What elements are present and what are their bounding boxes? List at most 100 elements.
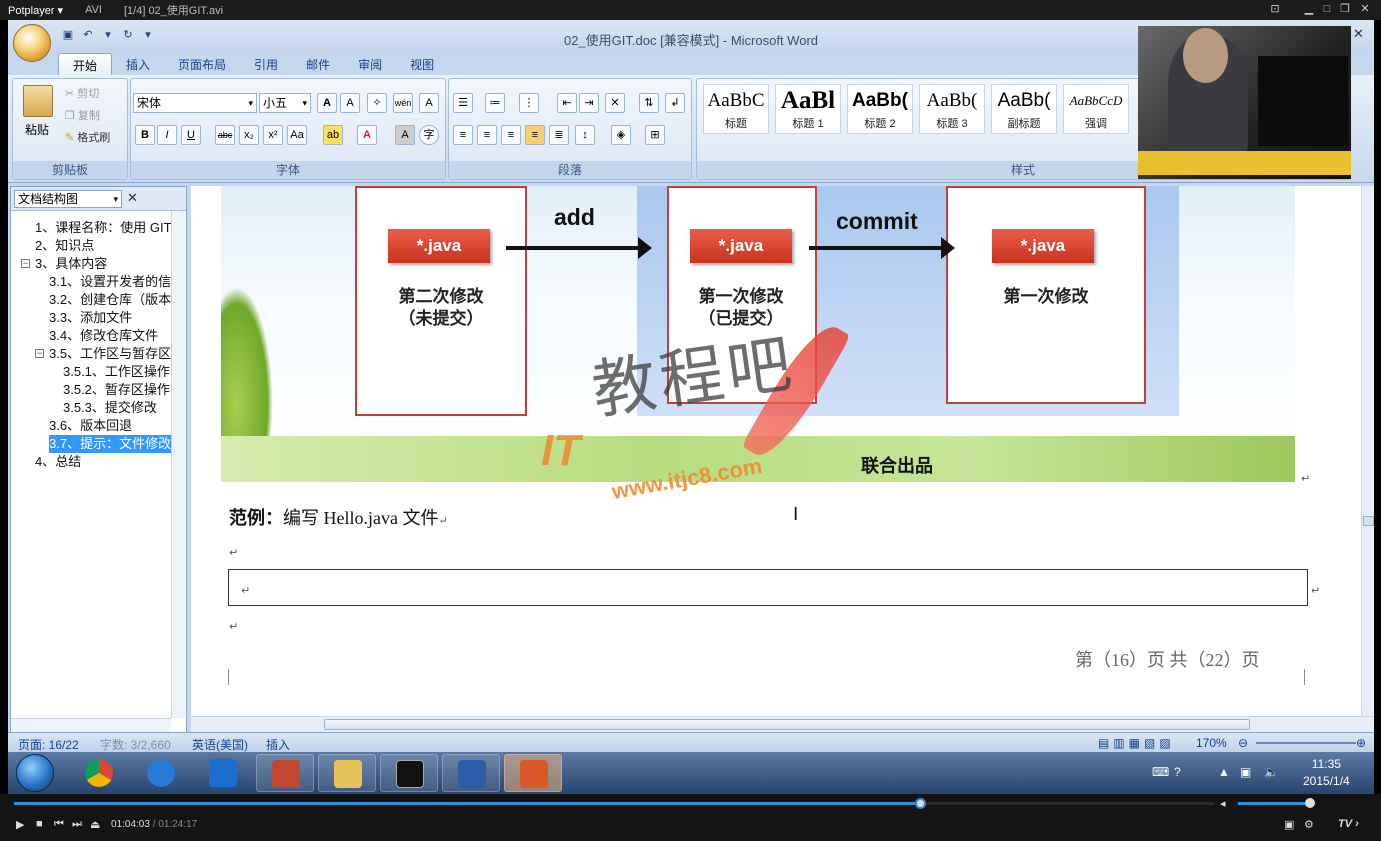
format-painter-button[interactable]: ✎ 格式刷 xyxy=(65,129,110,145)
collapse-icon[interactable]: − xyxy=(35,349,44,358)
char-border-icon[interactable]: A xyxy=(419,93,439,113)
word-close-icon[interactable]: ✕ xyxy=(1353,26,1364,42)
eject-icon[interactable]: ⏏ xyxy=(90,818,100,831)
close-icon[interactable]: ✕ xyxy=(1358,2,1372,16)
phonetic-icon[interactable]: wén xyxy=(393,93,413,113)
style-heading-2[interactable]: AaBb(标题 2 xyxy=(847,84,913,134)
paste-button[interactable]: 粘贴 xyxy=(25,121,49,138)
next-icon[interactable]: ⏭ xyxy=(72,818,82,831)
volume-icon[interactable]: ◂ xyxy=(1220,797,1226,810)
maximize-icon[interactable]: □ xyxy=(1320,2,1334,16)
tab-insert[interactable]: 插入 xyxy=(112,53,164,75)
zoom-in-icon[interactable]: ⊕ xyxy=(1356,736,1366,750)
show-marks-icon[interactable]: ↲ xyxy=(665,93,685,113)
highlight-icon[interactable]: ab xyxy=(323,125,343,145)
chinese-layout-icon[interactable]: ✕ xyxy=(605,93,625,113)
settings-icon[interactable]: ⚙ xyxy=(1304,818,1314,831)
nav-item[interactable]: 3.1、设置开发者的信息 xyxy=(49,273,171,291)
pin-icon[interactable]: ⊡ xyxy=(1268,2,1282,16)
taskbar-cmd[interactable] xyxy=(380,754,438,792)
seek-bar[interactable] xyxy=(14,798,1214,809)
numbering-icon[interactable]: ≔ xyxy=(485,93,505,113)
seek-bar-handle[interactable] xyxy=(915,798,926,809)
italic-icon[interactable]: I xyxy=(157,125,177,145)
sort-icon[interactable]: ⇅ xyxy=(639,93,659,113)
decrease-indent-icon[interactable]: ⇤ xyxy=(557,93,577,113)
zoom-level[interactable]: 170% xyxy=(1196,736,1227,750)
shrink-font-icon[interactable]: A xyxy=(340,93,360,113)
style-emphasis[interactable]: AaBbCcD 强调 xyxy=(1063,84,1129,134)
font-color-icon[interactable]: A xyxy=(357,125,377,145)
language[interactable]: 英语(美国) xyxy=(192,736,248,753)
document-area[interactable]: *.java 第二次修改 （未提交） add *.java 第一次修改 （已提交） … xyxy=(191,186,1361,716)
change-case-icon[interactable]: Aa xyxy=(287,125,307,145)
multilevel-list-icon[interactable]: ⋮ xyxy=(519,93,539,113)
collapse-icon[interactable]: − xyxy=(21,259,30,268)
document-vertical-scrollbar[interactable] xyxy=(1361,186,1374,716)
zoom-slider[interactable] xyxy=(1256,742,1356,744)
nav-item[interactable]: 3.6、版本回退 xyxy=(49,417,171,435)
nav-item[interactable]: 3、具体内容 xyxy=(35,255,171,273)
minimize-icon[interactable]: ▁ xyxy=(1302,2,1316,16)
network-icon[interactable]: ▣ xyxy=(1240,765,1251,779)
help-icon[interactable]: ? xyxy=(1174,765,1181,779)
nav-vertical-scrollbar[interactable] xyxy=(171,211,185,718)
style-subtitle[interactable]: AaBb(副标题 xyxy=(991,84,1057,134)
volume-handle[interactable] xyxy=(1305,798,1315,808)
taskbar-chrome[interactable] xyxy=(70,754,128,792)
style-title[interactable]: AaBbC 标题 xyxy=(703,84,769,134)
paste-icon[interactable] xyxy=(23,85,53,117)
view-buttons[interactable]: ▤▥▦▧▨ xyxy=(1098,736,1175,750)
style-heading-3[interactable]: AaBb(标题 3 xyxy=(919,84,985,134)
taskbar-powerpoint[interactable] xyxy=(504,754,562,792)
volume-icon[interactable]: 🔈 xyxy=(1264,765,1279,779)
nav-item[interactable]: 3.4、修改仓库文件 xyxy=(49,327,171,345)
font-size-combo[interactable]: 小五 ▾ xyxy=(259,93,311,113)
taskbar-word[interactable] xyxy=(442,754,500,792)
underline-icon[interactable]: U xyxy=(181,125,201,145)
tab-references[interactable]: 引用 xyxy=(240,53,292,75)
taskbar-clock[interactable]: 11:35 2015/1/4 xyxy=(1303,756,1350,790)
char-shading-icon[interactable]: A xyxy=(395,125,415,145)
page-count[interactable]: 页面: 16/22 xyxy=(18,736,79,753)
bullets-icon[interactable]: ☰ xyxy=(453,93,473,113)
cut-button[interactable]: ✂ 剪切 xyxy=(65,85,99,101)
enclose-char-icon[interactable]: 字 xyxy=(419,125,439,145)
bold-icon[interactable]: B xyxy=(135,125,155,145)
start-button[interactable] xyxy=(16,754,54,792)
shading-icon[interactable]: ◈ xyxy=(611,125,631,145)
nav-item[interactable]: 3.2、创建仓库（版本库） xyxy=(49,291,171,309)
nav-item[interactable]: 1、课程名称：使用 GIT xyxy=(35,219,171,237)
style-heading-1[interactable]: AaBl 标题 1 xyxy=(775,84,841,134)
font-name-combo[interactable]: 宋体 ▾ xyxy=(133,93,257,113)
keyboard-icon[interactable]: ⌨ xyxy=(1152,765,1169,779)
clear-format-icon[interactable]: ✧ xyxy=(367,93,387,113)
volume-slider[interactable] xyxy=(1238,802,1310,805)
office-button[interactable] xyxy=(13,24,51,62)
nav-item[interactable]: 4、总结 xyxy=(35,453,171,471)
stop-icon[interactable]: ■ xyxy=(36,818,43,830)
document-horizontal-scrollbar[interactable] xyxy=(191,716,1374,732)
document-map-select[interactable]: 文档结构图 ▾ xyxy=(14,190,122,208)
align-center-icon[interactable]: ≡ xyxy=(477,125,497,145)
borders-icon[interactable]: ⊞ xyxy=(645,125,665,145)
tv-button[interactable]: TV › xyxy=(1338,818,1359,830)
align-right-icon[interactable]: ≡ xyxy=(501,125,521,145)
subscript-icon[interactable]: x₂ xyxy=(239,125,259,145)
nav-item[interactable]: 3.5、工作区与暂存区 xyxy=(49,345,171,363)
word-count[interactable]: 字数: 3/2,660 xyxy=(100,736,171,753)
screen-icon[interactable]: ▣ xyxy=(1284,818,1294,831)
strikethrough-icon[interactable]: abc xyxy=(215,125,235,145)
code-box[interactable]: ↵ xyxy=(228,569,1308,606)
nav-item[interactable]: 3.5.2、暂存区操作 xyxy=(63,381,171,399)
taskbar-notepad[interactable] xyxy=(256,754,314,792)
justify-icon[interactable]: ≡ xyxy=(525,125,545,145)
nav-item-selected[interactable]: 3.7、提示：文件修改 xyxy=(49,435,171,453)
taskbar-explorer[interactable] xyxy=(318,754,376,792)
taskbar-maxthon[interactable] xyxy=(194,754,252,792)
close-pane-icon[interactable]: ✕ xyxy=(127,190,138,206)
zoom-out-icon[interactable]: ⊖ xyxy=(1238,736,1248,750)
previous-icon[interactable]: ⏮ xyxy=(54,818,64,831)
play-icon[interactable]: ▶ xyxy=(16,818,24,831)
tab-page-layout[interactable]: 页面布局 xyxy=(164,53,240,75)
